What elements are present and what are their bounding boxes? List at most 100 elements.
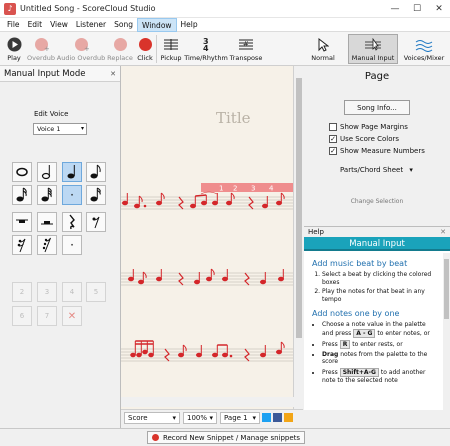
whole-rest-icon (16, 219, 28, 223)
cursor-icon (318, 38, 329, 52)
record-icon (151, 434, 159, 441)
half-rest-button[interactable] (37, 212, 57, 232)
song-info-button[interactable]: Song Info... (344, 100, 410, 115)
help-heading: Add notes one by one (312, 309, 400, 318)
minimize-button[interactable]: — (384, 0, 406, 18)
audio-overdub-icon: + (73, 36, 89, 52)
help-heading: Add music beat by beat (312, 259, 408, 268)
help-banner: Manual Input (304, 237, 450, 251)
staff-2-notes[interactable] (128, 268, 284, 286)
whole-rest-button[interactable] (12, 212, 32, 232)
help-step: Press R to enter rests, or (322, 339, 438, 349)
view-mode-voices-mixer[interactable]: Voices/Mixer (398, 34, 450, 64)
time-rhythm-button[interactable]: 34 Time/Rhythm (184, 32, 228, 66)
menu-view[interactable]: View (46, 18, 72, 32)
measure-number-bar[interactable]: 1 2 3 4 (201, 183, 293, 193)
chevron-down-icon: ▾ (172, 413, 176, 422)
sixteenth-rest-button[interactable] (12, 235, 32, 255)
close-button[interactable]: ✕ (428, 0, 450, 18)
menu-window[interactable]: Window (136, 17, 177, 32)
score-title[interactable]: Title (216, 109, 251, 127)
menu-bar: File Edit View Listener Song Window Help (0, 17, 450, 32)
tuplet-3-button[interactable]: 3 (37, 282, 57, 302)
voices-mixer-icon (415, 40, 433, 52)
staff-1-notes[interactable] (122, 191, 285, 210)
view-mode-manual-input[interactable]: Manual Input (348, 34, 398, 64)
help-scrollbar[interactable] (443, 253, 450, 411)
voice-select[interactable]: Voice 1 ▾ (33, 123, 87, 135)
view-type-select[interactable]: Score ▾ (124, 411, 180, 424)
help-panel: Help ✕ Manual Input Add music beat by be… (304, 226, 450, 411)
eighth-note-button[interactable] (86, 162, 106, 182)
help-header: Help ✕ (304, 227, 450, 237)
score-canvas[interactable]: Title 1 2 3 4 (121, 66, 293, 410)
replace-button[interactable]: Replace (106, 32, 134, 66)
manual-input-panel: Manual Input Mode ✕ Edit Voice Voice 1 ▾… (0, 66, 121, 428)
chevron-down-icon: ▾ (209, 413, 213, 422)
menu-edit[interactable]: Edit (24, 18, 47, 32)
key-r: R (339, 339, 351, 349)
facebook-icon[interactable] (273, 413, 282, 422)
tuplet-7-button[interactable]: 7 (37, 306, 57, 326)
play-button[interactable]: Play (2, 32, 26, 66)
maximize-button[interactable]: ☐ (406, 0, 428, 18)
close-icon[interactable]: ✕ (440, 227, 446, 237)
checkbox[interactable] (329, 123, 337, 131)
overdub-button[interactable]: + Overdub (26, 32, 56, 66)
score-horizontal-scrollbar[interactable] (121, 397, 303, 407)
whole-note-icon (16, 167, 28, 177)
chevron-down-icon: ▾ (252, 413, 256, 422)
measure-number: 3 (251, 185, 255, 193)
quarter-note-button[interactable] (62, 162, 82, 182)
page-select[interactable]: Page 1 ▾ (220, 411, 260, 424)
eighth-rest-button[interactable] (86, 212, 106, 232)
half-note-button[interactable] (37, 162, 57, 182)
zoom-select[interactable]: 100% ▾ (183, 411, 217, 424)
use-score-colors-checkbox[interactable]: ✓ Use Score Colors (329, 135, 399, 143)
menu-listener[interactable]: Listener (72, 18, 110, 32)
key-shift-a-g: Shift+A-G (339, 367, 379, 377)
panel-close-button[interactable]: ✕ (110, 70, 116, 78)
window-controls: — ☐ ✕ (384, 0, 450, 18)
twitter-icon[interactable] (262, 413, 271, 422)
key-a-g: A - G (353, 328, 376, 338)
score-vertical-scrollbar[interactable] (293, 66, 303, 410)
show-measure-numbers-checkbox[interactable]: ✓ Show Measure Numbers (329, 147, 425, 155)
delete-icon: ✕ (67, 310, 77, 322)
thirty-second-note-button[interactable] (37, 185, 57, 205)
tuplet-2-button[interactable]: 2 (12, 282, 32, 302)
help-step: Choose a note value in the palette and p… (322, 321, 438, 338)
menu-song[interactable]: Song (110, 18, 137, 32)
parts-chord-sheet-dropdown[interactable]: Parts/Chord Sheet ▾ (340, 166, 413, 174)
transpose-button[interactable]: # Transpose (227, 32, 265, 66)
pickup-button[interactable]: Pickup (157, 32, 185, 66)
share-icon[interactable] (284, 413, 293, 422)
remove-tuplet-button[interactable]: ✕ (62, 306, 82, 326)
rest-dot-button[interactable]: · (62, 235, 82, 255)
menu-file[interactable]: File (3, 18, 24, 32)
click-button[interactable]: Click (134, 32, 156, 66)
checkbox-checked[interactable]: ✓ (329, 147, 337, 155)
scrollbar-thumb[interactable] (444, 259, 449, 319)
thirty-second-rest-button[interactable] (37, 235, 57, 255)
quarter-rest-button[interactable] (62, 212, 82, 232)
pickup-icon (163, 36, 179, 52)
menu-help[interactable]: Help (177, 18, 202, 32)
dot-button[interactable]: · (62, 185, 82, 205)
view-mode-normal[interactable]: Normal (298, 34, 348, 64)
show-page-margins-checkbox[interactable]: Show Page Margins (329, 123, 408, 131)
record-snippet-button[interactable]: Record New Snippet / Manage snippets (147, 431, 305, 444)
whole-note-button[interactable] (12, 162, 32, 182)
tuplet-5-button[interactable]: 5 (86, 282, 106, 302)
checkbox-checked[interactable]: ✓ (329, 135, 337, 143)
chevron-down-icon: ▾ (80, 125, 84, 132)
tuplet-4-button[interactable]: 4 (62, 282, 82, 302)
scrollbar-thumb[interactable] (296, 78, 302, 338)
title-bar: ♪ Untitled Song - ScoreCloud Studio — ☐ … (0, 0, 450, 18)
sixty-fourth-note-button[interactable] (86, 185, 106, 205)
audio-overdub-button[interactable]: + Audio Overdub (56, 32, 106, 66)
sixteenth-note-button[interactable] (12, 185, 32, 205)
help-list: Choose a note value in the palette and p… (312, 321, 438, 384)
overdub-icon: + (33, 36, 49, 52)
tuplet-6-button[interactable]: 6 (12, 306, 32, 326)
